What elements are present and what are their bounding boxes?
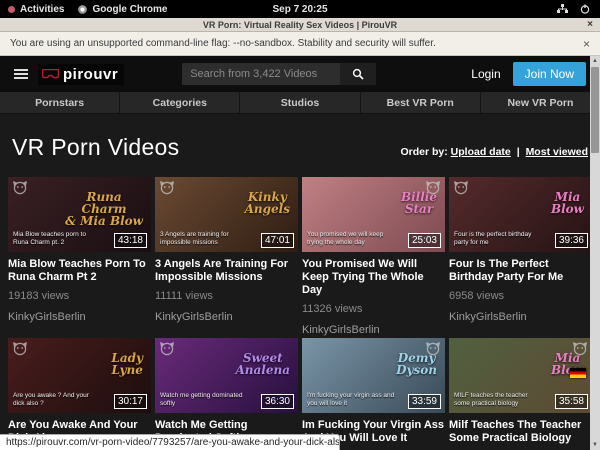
video-grid: Runa Charm & Mia Blow Mia Blow teaches po…: [0, 161, 600, 450]
duration-badge: 43:18: [114, 233, 147, 248]
thumbnail-caption: MILF teaches the teacher some practical …: [454, 392, 543, 408]
video-title-link[interactable]: 3 Angels Are Training For Impossible Mis…: [155, 258, 298, 284]
power-icon[interactable]: [580, 4, 590, 14]
order-by-label: Order by:: [400, 146, 447, 158]
thumbnail-caption: 3 Angels are training for impossible mis…: [160, 231, 249, 247]
browser-title-bar: VR Porn: Virtual Reality Sex Videos | Pi…: [0, 18, 600, 32]
logo-text: pirouvr: [63, 66, 118, 83]
scroll-down-icon[interactable]: ▼: [590, 440, 600, 450]
studio-link[interactable]: KinkyGirlsBerlin: [8, 311, 151, 323]
studio-link[interactable]: KinkyGirlsBerlin: [449, 311, 592, 323]
video-title-link[interactable]: Milf Teaches The Teacher Some Practical …: [449, 419, 592, 445]
studio-watermark-cat-icon: [159, 180, 175, 195]
search-button[interactable]: [340, 63, 376, 85]
view-count: 19183 views: [8, 290, 151, 302]
thumbnail-overlay-name: Mia Blow: [551, 191, 584, 215]
web-content: pirouvr Login Join Now PornstarsCategori…: [0, 56, 600, 450]
scrollbar-thumb[interactable]: [591, 67, 599, 153]
duration-badge: 33:59: [408, 394, 441, 409]
view-count: 11326 views: [302, 303, 445, 315]
thumbnail-caption: I'm fucking your virgin ass and you will…: [307, 392, 396, 408]
clock[interactable]: Sep 7 20:25: [0, 4, 600, 15]
order-by: Order by: Upload date | Most viewed: [400, 146, 588, 161]
duration-badge: 30:17: [114, 394, 147, 409]
thumbnail-overlay-name: Kinky Angels: [245, 191, 290, 215]
thumbnail-caption: Four is the perfect birthday party for m…: [454, 231, 543, 247]
nav-item-pornstars[interactable]: Pornstars: [0, 92, 119, 113]
thumbnail-overlay-name: Demy Dyson: [396, 352, 437, 376]
duration-badge: 35:58: [555, 394, 588, 409]
site-header: pirouvr Login Join Now: [0, 56, 600, 92]
page-scrollbar[interactable]: ▲ ▼: [590, 56, 600, 450]
video-thumbnail[interactable]: Billie Star You promised we will keep try…: [302, 177, 445, 252]
thumbnail-caption: Are you awake ? And your dick also ?: [13, 392, 102, 408]
studio-watermark-cat-icon: [453, 180, 469, 195]
join-now-button[interactable]: Join Now: [513, 62, 586, 86]
menu-icon[interactable]: [14, 69, 28, 79]
vr-headset-icon: [42, 69, 59, 80]
video-title-link[interactable]: Mia Blow Teaches Porn To Runa Charm Pt 2: [8, 258, 151, 284]
video-thumbnail[interactable]: Runa Charm & Mia Blow Mia Blow teaches po…: [8, 177, 151, 252]
status-bar-url: https://pirouvr.com/vr-porn-video/779325…: [0, 434, 340, 450]
search-input[interactable]: [182, 63, 340, 85]
infobar-text: You are using an unsupported command-lin…: [10, 38, 436, 49]
system-top-bar: Activities Google Chrome Sep 7 20:25: [0, 0, 600, 18]
thumbnail-caption: Watch me getting dominated softly: [160, 392, 249, 408]
video-thumbnail[interactable]: Kinky Angels 3 Angels are training for im…: [155, 177, 298, 252]
thumbnail-overlay-name: Sweet Analena: [235, 352, 290, 376]
order-upload-date-link[interactable]: Upload date: [451, 146, 511, 158]
video-thumbnail[interactable]: Lady Lyne Are you awake ? And your dick a…: [8, 338, 151, 413]
studio-link[interactable]: KinkyGirlsBerlin: [302, 324, 445, 336]
thumbnail-caption: You promised we will keep trying the who…: [307, 231, 396, 247]
video-card: Kinky Angels 3 Angels are training for im…: [155, 177, 298, 336]
site-logo[interactable]: pirouvr: [38, 64, 124, 85]
network-icon[interactable]: [557, 4, 568, 14]
thumbnail-overlay-name: Billie Star: [401, 191, 437, 215]
video-thumbnail[interactable]: Mia Blow Four is the perfect birthday par…: [449, 177, 592, 252]
video-card: Billie Star You promised we will keep try…: [302, 177, 445, 336]
studio-watermark-cat-icon: [159, 341, 175, 356]
infobar-close-icon[interactable]: ×: [583, 37, 590, 51]
german-flag-icon: [570, 368, 586, 378]
video-card: Mia BlowMILF teaches the teacher some pr…: [449, 338, 592, 450]
duration-badge: 36:30: [261, 394, 294, 409]
nav-item-best-vr-porn[interactable]: Best VR Porn: [360, 92, 480, 113]
tab-title: VR Porn: Virtual Reality Sex Videos | Pi…: [0, 20, 600, 30]
duration-badge: 25:03: [408, 233, 441, 248]
nav-item-studios[interactable]: Studios: [239, 92, 359, 113]
duration-badge: 39:36: [555, 233, 588, 248]
search-icon: [352, 68, 364, 80]
search-form: [182, 63, 376, 85]
studio-watermark-cat-icon: [12, 341, 28, 356]
nav-item-new-vr-porn[interactable]: New VR Porn: [480, 92, 600, 113]
nav-item-categories[interactable]: Categories: [119, 92, 239, 113]
thumbnail-overlay-name: Runa Charm & Mia Blow: [65, 191, 143, 227]
video-thumbnail[interactable]: Mia BlowMILF teaches the teacher some pr…: [449, 338, 592, 413]
login-link[interactable]: Login: [471, 67, 500, 81]
page-title: VR Porn Videos: [12, 134, 179, 161]
video-card: Runa Charm & Mia Blow Mia Blow teaches po…: [8, 177, 151, 336]
thumbnail-overlay-name: Lady Lyne: [111, 352, 143, 376]
studio-watermark-cat-icon: [12, 180, 28, 195]
order-separator: |: [517, 146, 520, 158]
view-count: 11111 views: [155, 290, 298, 302]
order-most-viewed-link[interactable]: Most viewed: [526, 146, 588, 158]
video-card: Mia Blow Four is the perfect birthday par…: [449, 177, 592, 336]
duration-badge: 47:01: [261, 233, 294, 248]
unsupported-flag-infobar: You are using an unsupported command-lin…: [0, 32, 600, 56]
video-thumbnail[interactable]: Demy DysonI'm fucking your virgin ass an…: [302, 338, 445, 413]
thumbnail-caption: Mia Blow teaches porn to Runa Charm pt. …: [13, 231, 102, 247]
video-thumbnail[interactable]: Sweet Analena Watch me getting dominated …: [155, 338, 298, 413]
studio-link[interactable]: KinkyGirlsBerlin: [155, 311, 298, 323]
video-title-link[interactable]: You Promised We Will Keep Trying The Who…: [302, 258, 445, 297]
window-close-icon[interactable]: ×: [587, 18, 593, 32]
scroll-up-icon[interactable]: ▲: [590, 56, 600, 66]
main-nav: PornstarsCategoriesStudiosBest VR PornNe…: [0, 92, 600, 114]
video-title-link[interactable]: Four Is The Perfect Birthday Party For M…: [449, 258, 592, 284]
view-count: 6958 views: [449, 290, 592, 302]
